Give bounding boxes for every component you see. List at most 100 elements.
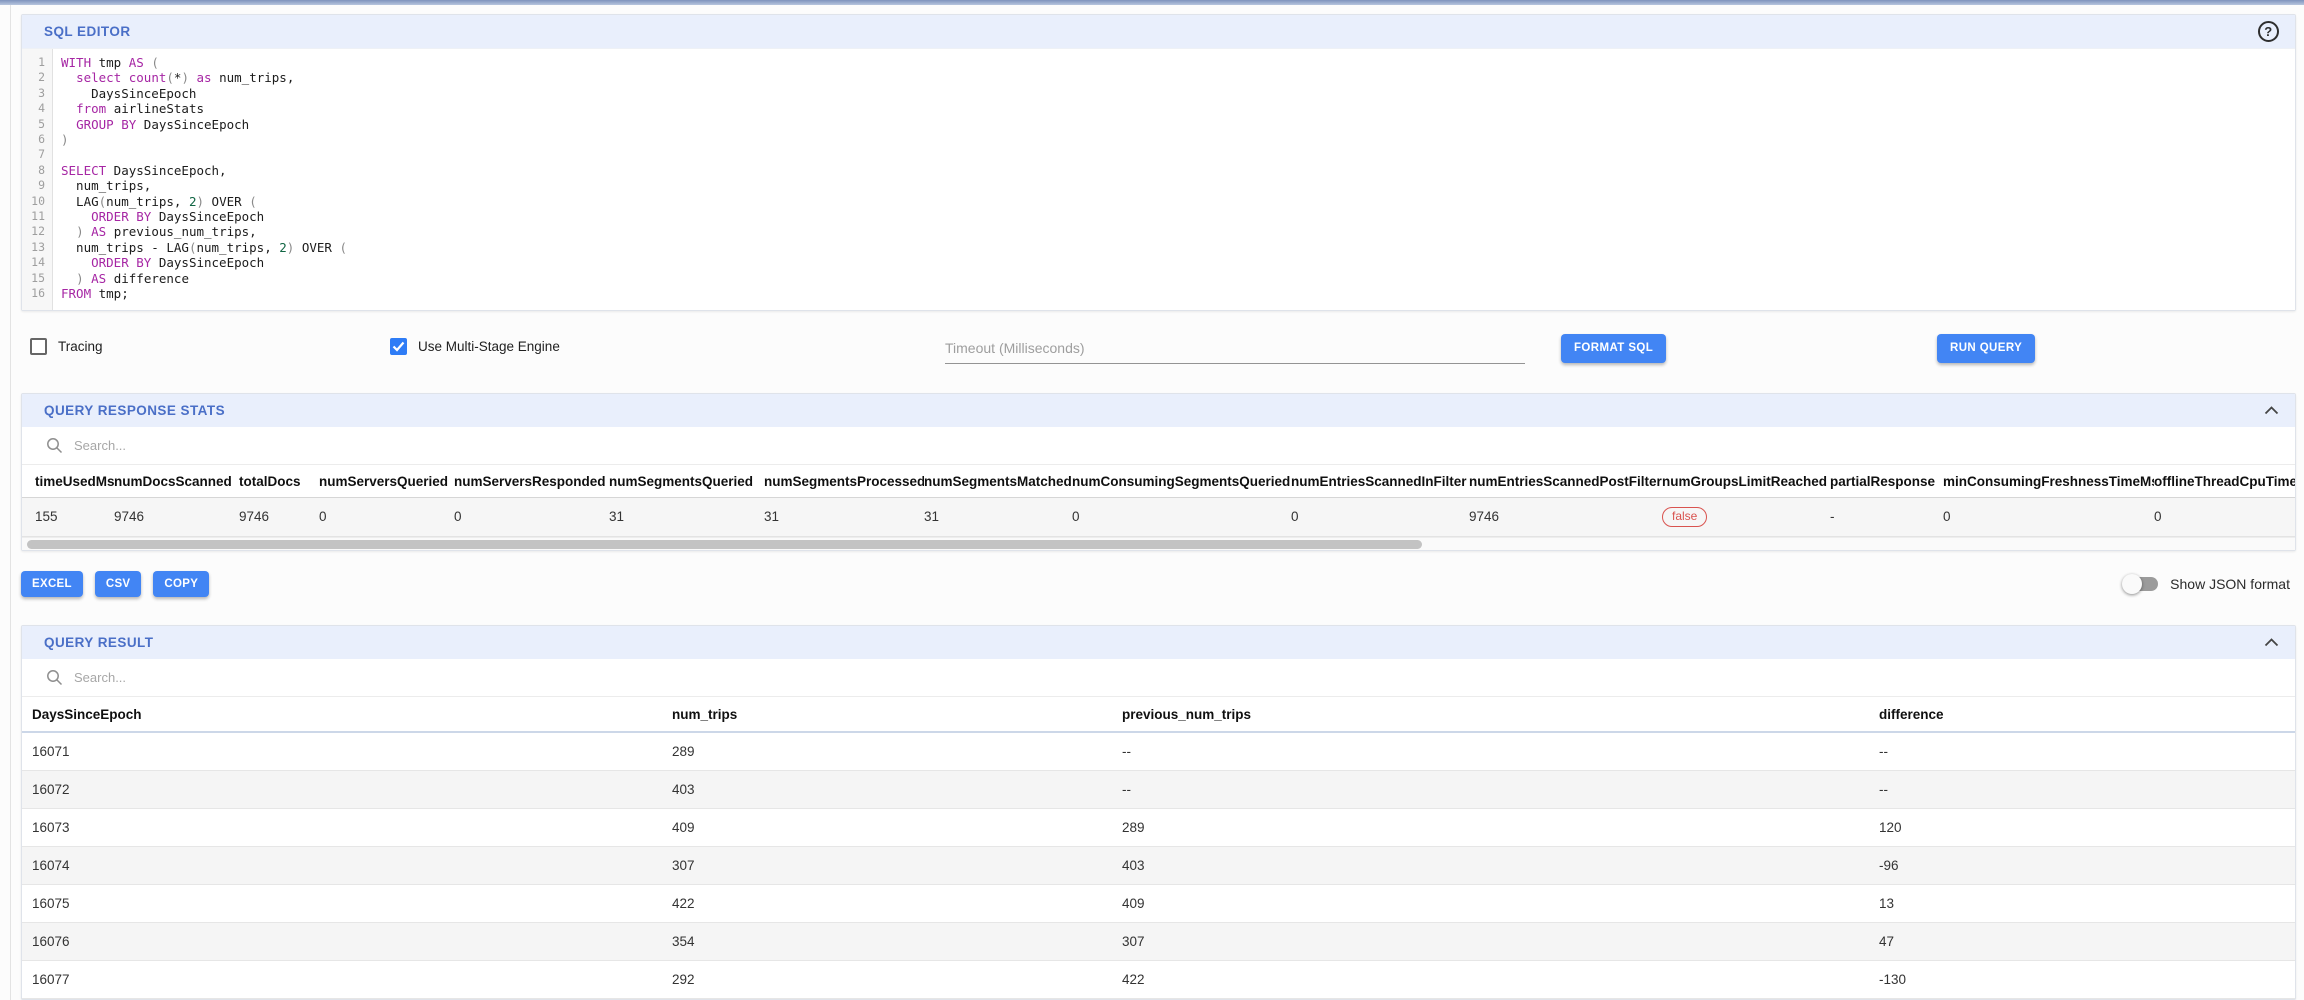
tracing-checkbox-box[interactable] <box>30 338 47 355</box>
line-number: 7 <box>22 147 52 162</box>
code-line: 11 ORDER BY DaysSinceEpoch <box>22 209 2295 224</box>
column-header[interactable]: previous_num_trips <box>1112 697 1869 732</box>
format-sql-button[interactable]: FORMAT SQL <box>1561 334 1666 363</box>
result-search-input[interactable] <box>72 669 492 686</box>
code-text: GROUP BY DaysSinceEpoch <box>52 117 249 132</box>
column-header[interactable]: numSegmentsProcessed <box>764 465 924 498</box>
stats-search-input[interactable] <box>72 437 492 454</box>
code-text: ) <box>52 132 69 147</box>
toggle-knob[interactable] <box>2122 574 2142 594</box>
column-header[interactable]: numServersQueried <box>319 465 454 498</box>
stats-search-row <box>22 427 2295 465</box>
timeout-input[interactable] <box>945 337 1525 364</box>
search-icon <box>46 437 63 454</box>
tracing-checkbox[interactable]: Tracing <box>30 338 103 355</box>
line-number: 6 <box>22 132 52 147</box>
code-text: select count(*) as num_trips, <box>52 70 294 85</box>
sql-code-editor[interactable]: 1WITH tmp AS (2 select count(*) as num_t… <box>22 48 2295 310</box>
table-cell: 0 <box>1291 497 1469 536</box>
code-text: num_trips - LAG(num_trips, 2) OVER ( <box>52 240 347 255</box>
table-cell: -- <box>1112 732 1869 771</box>
line-number: 1 <box>22 55 52 70</box>
column-header[interactable]: numSegmentsQueried <box>609 465 764 498</box>
column-header[interactable]: DaysSinceEpoch <box>22 697 662 732</box>
check-icon <box>392 341 405 352</box>
column-header[interactable]: numEntriesScannedInFilter <box>1291 465 1469 498</box>
line-number: 11 <box>22 209 52 224</box>
line-number: 14 <box>22 255 52 270</box>
table-cell: -130 <box>1869 960 2295 998</box>
stats-table: timeUsedMsnumDocsScannedtotalDocsnumServ… <box>22 465 2295 537</box>
multi-stage-checkbox[interactable]: Use Multi-Stage Engine <box>390 338 560 355</box>
stats-horizontal-scrollbar[interactable] <box>22 537 2295 550</box>
code-text: num_trips, <box>52 178 151 193</box>
help-icon[interactable]: ? <box>2258 21 2279 42</box>
stats-table-container: timeUsedMsnumDocsScannedtotalDocsnumServ… <box>22 465 2295 537</box>
column-header[interactable]: numGroupsLimitReached <box>1662 465 1830 498</box>
query-response-stats-card: QUERY RESPONSE STATS timeUsedMsnumDocsSc… <box>21 393 2296 551</box>
sql-editor-card: SQL EDITOR ? 1WITH tmp AS (2 select coun… <box>21 14 2296 311</box>
table-cell: 13 <box>1869 884 2295 922</box>
code-line: 9 num_trips, <box>22 178 2295 193</box>
column-header[interactable]: minConsumingFreshnessTimeMs <box>1943 465 2154 498</box>
result-table: DaysSinceEpochnum_tripsprevious_num_trip… <box>22 697 2295 999</box>
json-format-toggle-group: Show JSON format <box>2125 576 2296 592</box>
table-row: 1607635430747 <box>22 922 2295 960</box>
csv-button[interactable]: CSV <box>95 571 142 597</box>
table-cell: 16073 <box>22 808 662 846</box>
collapse-stats-chevron-up-icon[interactable] <box>2264 406 2279 415</box>
table-cell: 307 <box>1112 922 1869 960</box>
table-header-row: timeUsedMsnumDocsScannedtotalDocsnumServ… <box>22 465 2295 498</box>
table-row: 16077292422-130 <box>22 960 2295 998</box>
code-line: 8SELECT DaysSinceEpoch, <box>22 163 2295 178</box>
column-header[interactable]: num_trips <box>662 697 1112 732</box>
table-cell: 9746 <box>114 497 239 536</box>
table-cell: 16075 <box>22 884 662 922</box>
result-header: QUERY RESULT <box>22 626 2295 659</box>
query-console: SQL EDITOR ? 1WITH tmp AS (2 select coun… <box>10 5 2304 1000</box>
column-header[interactable]: numEntriesScannedPostFilter <box>1469 465 1662 498</box>
line-number: 15 <box>22 271 52 286</box>
column-header[interactable]: numServersResponded <box>454 465 609 498</box>
table-cell: 16072 <box>22 770 662 808</box>
table-row: 16073409289120 <box>22 808 2295 846</box>
export-row: EXCEL CSV COPY Show JSON format <box>21 569 2296 599</box>
show-json-toggle[interactable] <box>2125 577 2158 591</box>
column-header[interactable]: offlineThreadCpuTimeNs <box>2154 465 2295 498</box>
show-json-label: Show JSON format <box>2170 576 2290 592</box>
code-line: 4 from airlineStats <box>22 101 2295 116</box>
line-number: 16 <box>22 286 52 301</box>
table-cell: 0 <box>319 497 454 536</box>
code-text: DaysSinceEpoch <box>52 86 196 101</box>
multi-stage-label: Use Multi-Stage Engine <box>418 339 560 354</box>
run-query-button[interactable]: RUN QUERY <box>1937 334 2035 363</box>
table-cell: 289 <box>662 732 1112 771</box>
excel-button[interactable]: EXCEL <box>21 571 83 597</box>
table-cell: 120 <box>1869 808 2295 846</box>
column-header[interactable]: numConsumingSegmentsQueried <box>1072 465 1291 498</box>
column-header[interactable]: timeUsedMs <box>22 465 114 498</box>
line-number: 12 <box>22 224 52 239</box>
column-header[interactable]: numSegmentsMatched <box>924 465 1072 498</box>
table-cell: 47 <box>1869 922 2295 960</box>
line-number: 4 <box>22 101 52 116</box>
column-header[interactable]: partialResponse <box>1830 465 1943 498</box>
stats-header: QUERY RESPONSE STATS <box>22 394 2295 427</box>
code-text: ORDER BY DaysSinceEpoch <box>52 255 264 270</box>
collapse-result-chevron-up-icon[interactable] <box>2264 638 2279 647</box>
code-text: ) AS difference <box>52 271 189 286</box>
multi-stage-checkbox-box[interactable] <box>390 338 407 355</box>
table-cell: 16071 <box>22 732 662 771</box>
table-cell: 422 <box>662 884 1112 922</box>
copy-button[interactable]: COPY <box>153 571 209 597</box>
table-cell: 307 <box>662 846 1112 884</box>
table-cell: false <box>1662 497 1830 536</box>
column-header[interactable]: numDocsScanned <box>114 465 239 498</box>
table-cell: 0 <box>454 497 609 536</box>
code-text: ORDER BY DaysSinceEpoch <box>52 209 264 224</box>
code-text: FROM tmp; <box>52 286 129 301</box>
column-header[interactable]: difference <box>1869 697 2295 732</box>
scrollbar-thumb[interactable] <box>27 540 1422 549</box>
column-header[interactable]: totalDocs <box>239 465 319 498</box>
table-cell: 292 <box>662 960 1112 998</box>
